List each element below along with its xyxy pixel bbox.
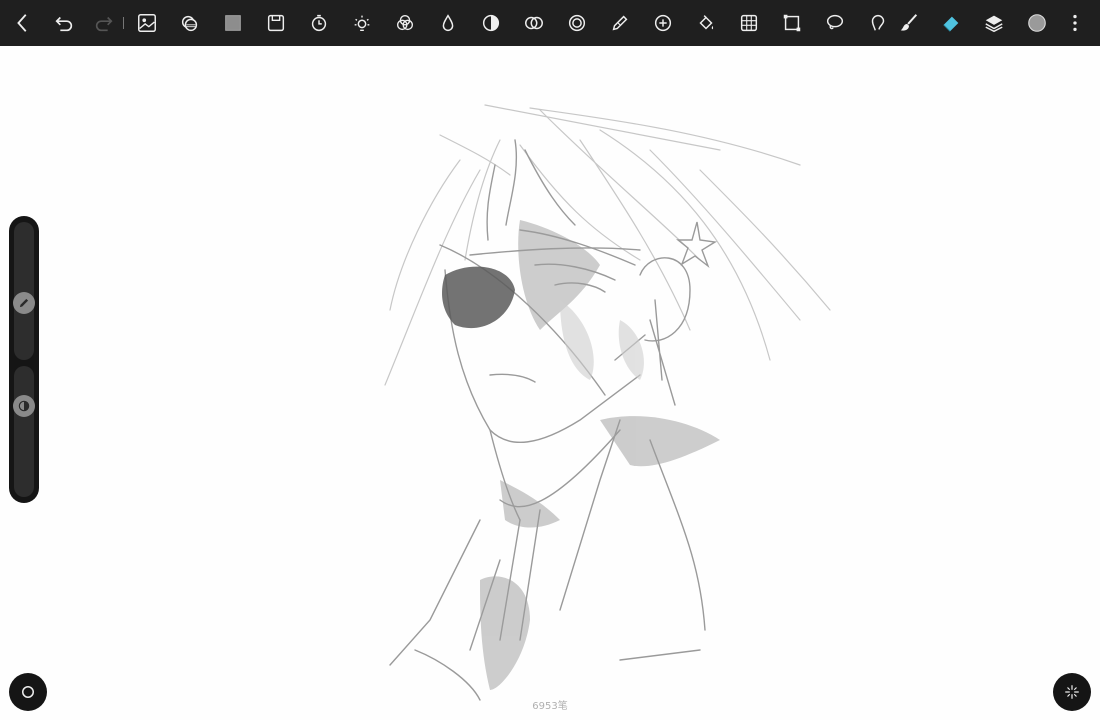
texture-icon[interactable] [213,3,253,43]
sketch-artwork [384,104,831,701]
color-balance-icon[interactable] [385,3,425,43]
fill-bucket-icon[interactable] [686,3,726,43]
brightness-icon[interactable] [342,3,382,43]
top-toolbar [0,0,1100,46]
filter-icon[interactable] [557,3,597,43]
contrast-icon[interactable] [471,3,511,43]
eraser-icon[interactable] [931,3,971,43]
brush-size-knob[interactable] [13,292,35,314]
redo-icon[interactable] [84,3,124,43]
color-picker-button[interactable] [9,673,47,711]
timer-icon[interactable] [299,3,339,43]
lasso-icon[interactable] [815,3,855,43]
transform-icon[interactable] [772,3,812,43]
back-icon[interactable] [3,3,43,43]
brush-icon[interactable] [889,3,929,43]
color-icon[interactable] [1017,3,1057,43]
undo-icon[interactable] [44,3,84,43]
grid-icon[interactable] [729,3,769,43]
brush-slider-panel [9,216,39,503]
image-import-icon[interactable] [127,3,167,43]
pen-edit-icon[interactable] [600,3,640,43]
opacity-slider[interactable] [14,366,34,497]
drawing-canvas[interactable] [0,46,1100,720]
more-icon[interactable] [1055,3,1095,43]
collapse-icon [1065,685,1079,699]
pencil-icon [19,298,29,308]
layers-icon[interactable] [974,3,1014,43]
circle-icon [22,686,34,698]
opacity-icon [18,400,30,412]
layer-stack-icon[interactable] [170,3,210,43]
stroke-count: 6953笔 [532,701,568,712]
toolbar-divider [123,17,124,29]
blend-icon[interactable] [514,3,554,43]
save-icon[interactable] [256,3,296,43]
brush-size-slider[interactable] [14,222,34,360]
blur-drop-icon[interactable] [428,3,468,43]
exit-fullscreen-button[interactable] [1053,673,1091,711]
add-icon[interactable] [643,3,683,43]
opacity-knob[interactable] [13,395,35,417]
